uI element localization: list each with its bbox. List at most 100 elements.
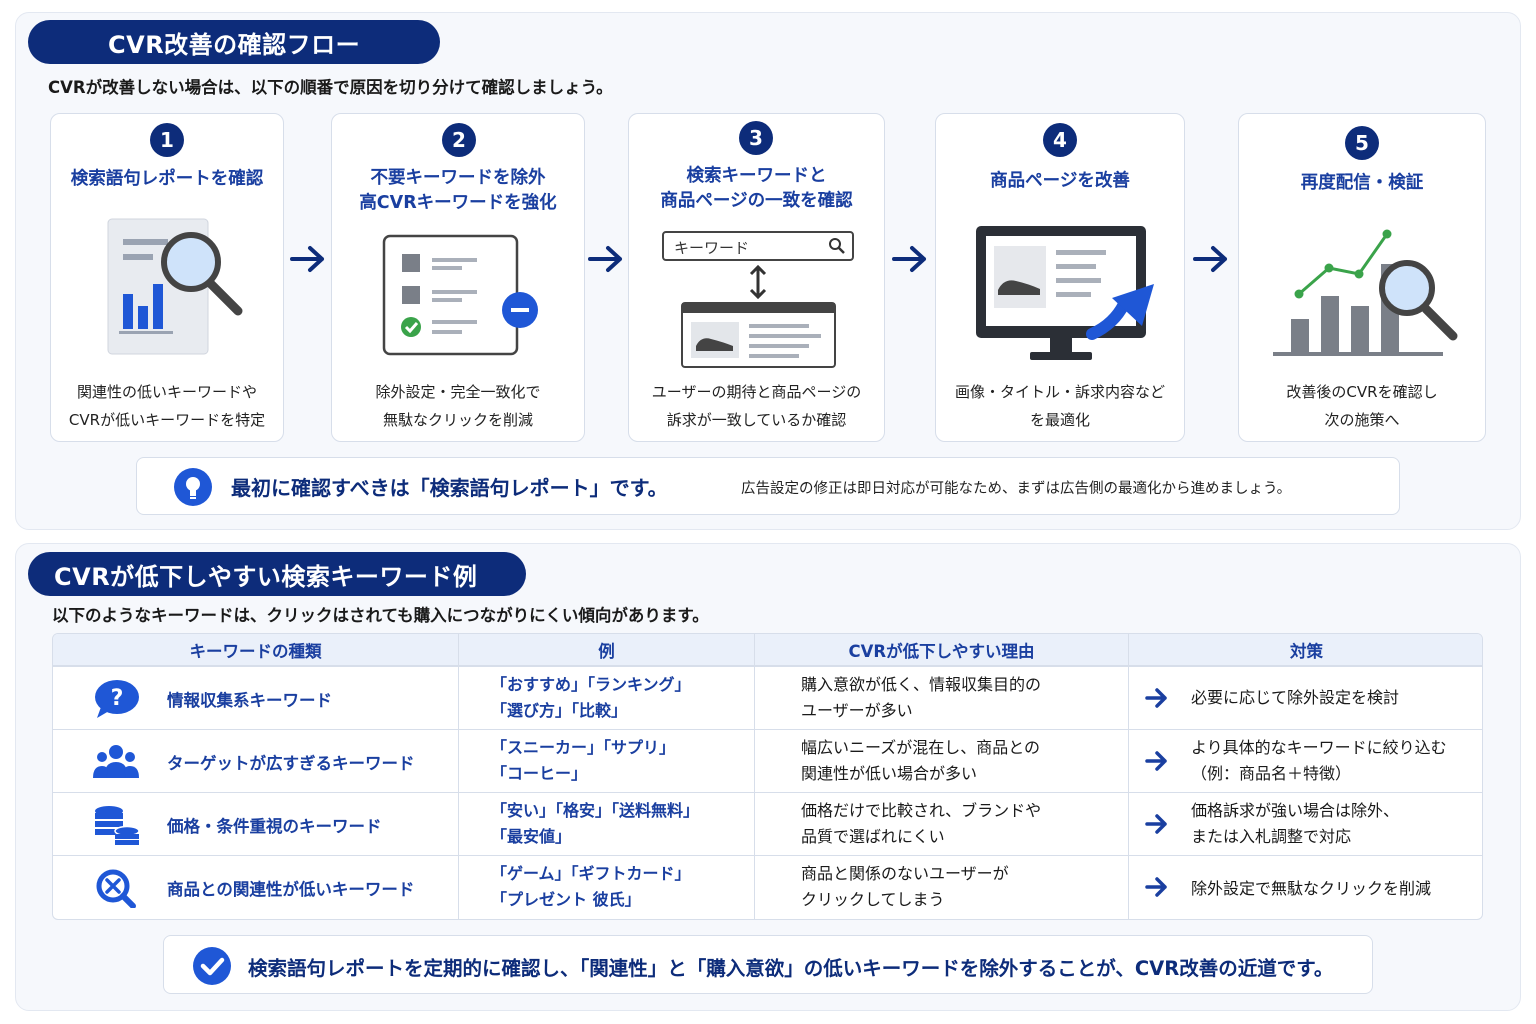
- table-header-action: 対策: [1129, 634, 1482, 666]
- example-text: 「おすすめ」「ランキング」 「選び方」「比較」: [491, 672, 691, 724]
- flow-arrow-icon: [892, 246, 926, 272]
- example-line: 「プレゼント 彼氏」: [491, 890, 641, 909]
- table-row: 価格・条件重視のキーワード 「安い」「格安」「送料無料」 「最安値」 価格だけで…: [53, 792, 1482, 856]
- example-text: 「安い」「格安」「送料無料」 「最安値」: [491, 798, 699, 850]
- step-number: 4: [1043, 123, 1077, 157]
- step-desc-line: 改善後のCVRを確認し: [1286, 383, 1438, 401]
- conclusion-callout: 検索語句レポートを定期的に確認し、「関連性」と「購入意欲」の低いキーワードを除外…: [163, 935, 1373, 994]
- step-title-line: 商品ページを改善: [990, 171, 1130, 191]
- table-row: ターゲットが広すぎるキーワード 「スニーカー」「サプリ」 「コーヒー」 幅広いニ…: [53, 729, 1482, 793]
- action-text: より具体的なキーワードに絞り込む （例：商品名＋特徴）: [1191, 735, 1447, 787]
- flow-step-1: 1 検索語句レポートを確認 関連性の低いキーワードや CVRが低いキーワードを特…: [50, 113, 284, 442]
- flow-step-2: 2 不要キーワードを除外 高CVRキーワードを強化 除外設定・完全一致化で 無駄…: [331, 113, 585, 442]
- table-header-category: キーワードの種類: [53, 634, 459, 666]
- reason-cell: 商品と関係のないユーザーが クリックしてしまう: [755, 856, 1129, 919]
- step-desc-line: 訴求が一致しているか確認: [666, 411, 847, 429]
- category-label: 商品との関連性が低いキーワード: [167, 880, 415, 899]
- example-cell: 「安い」「格安」「送料無料」 「最安値」: [459, 793, 755, 856]
- reason-cell: 幅広いニーズが混在し、商品との 関連性が低い場合が多い: [755, 730, 1129, 793]
- step-title-line: 検索語句レポートを確認: [70, 169, 264, 189]
- example-cell: 「ゲーム」「ギフトカード」 「プレゼント 彼氏」: [459, 856, 755, 919]
- flow-step-5: 5 再度配信・検証 改善後のCVRを確認し 次の施策へ: [1238, 113, 1486, 442]
- people-group-icon: [93, 745, 139, 778]
- step-number: 1: [150, 123, 184, 157]
- svg-text:?: ?: [111, 686, 124, 711]
- step-description: 画像・タイトル・訴求内容など を最適化: [936, 378, 1184, 434]
- flow-section-subtitle: CVRが改善しない場合は、以下の順番で原因を切り分けて確認しましょう。: [48, 78, 613, 97]
- step-desc-line: 無駄なクリックを削減: [382, 411, 533, 429]
- arrow-right-icon: [1145, 751, 1167, 771]
- reason-line: クリックしてしまう: [801, 890, 945, 909]
- table-row: ? 情報収集系キーワード 「おすすめ」「ランキング」 「選び方」「比較」 購入意…: [53, 666, 1482, 730]
- search-icon: [829, 238, 845, 254]
- tip-sub-text: 広告設定の修正は即日対応が可能なため、まずは広告側の最適化から進めましょう。: [741, 481, 1292, 497]
- action-cell: 必要に応じて除外設定を検討: [1129, 667, 1482, 730]
- reason-line: 価格だけで比較され、ブランドや: [801, 801, 1042, 820]
- reason-text: 価格だけで比較され、ブランドや 品質で選ばれにくい: [801, 798, 1041, 850]
- tip-callout: 最初に確認すべきは「検索語句レポート」です。 広告設定の修正は即日対応が可能なた…: [136, 457, 1400, 515]
- flow-step-3: 3 検索キーワードと 商品ページの一致を確認 キーワード ユーザーの期待と商品ペ…: [628, 113, 885, 442]
- keyword-table: キーワードの種類 例 CVRが低下しやすい理由 対策 ? 情報収集系キーワード …: [52, 633, 1483, 920]
- tip-main-text: 最初に確認すべきは「検索語句レポート」です。: [231, 476, 668, 500]
- step-title: 検索キーワードと 商品ページの一致を確認: [629, 164, 884, 214]
- step-desc-line: CVRが低いキーワードを特定: [68, 411, 266, 429]
- example-cell: 「スニーカー」「サプリ」 「コーヒー」: [459, 730, 755, 793]
- category-cell: 価格・条件重視のキーワード: [53, 793, 459, 856]
- chart-magnifier-icon: [1273, 229, 1458, 356]
- reason-cell: 購入意欲が低く、情報収集目的の ユーザーが多い: [755, 667, 1129, 730]
- search-box-text: キーワード: [674, 239, 750, 257]
- category-label: ターゲットが広すぎるキーワード: [167, 754, 415, 773]
- reason-line: 幅広いニーズが混在し、商品との: [801, 738, 1041, 757]
- step-desc-line: を最適化: [1029, 411, 1090, 429]
- flow-arrow-icon: [290, 246, 324, 272]
- step-desc-line: 関連性の低いキーワードや: [76, 383, 257, 401]
- category-label: 情報収集系キーワード: [167, 691, 332, 710]
- question-bubble-icon: ?: [95, 680, 139, 718]
- example-line: 「最安値」: [491, 827, 572, 846]
- flow-step-4: 4 商品ページを改善 画像・タイトル・訴求内容など を最適化: [935, 113, 1185, 442]
- action-line: より具体的なキーワードに絞り込む: [1191, 738, 1447, 757]
- check-circle-icon: [193, 947, 231, 985]
- step-description: 改善後のCVRを確認し 次の施策へ: [1239, 378, 1485, 434]
- step-title-line: 検索キーワードと: [686, 166, 827, 186]
- keyword-section-title: CVRが低下しやすい検索キーワード例: [28, 552, 526, 596]
- action-line: 除外設定で無駄なクリックを削減: [1191, 879, 1432, 898]
- step-title: 商品ページを改善: [936, 169, 1184, 194]
- keyword-search-box: キーワード: [662, 231, 854, 261]
- category-cell: ? 情報収集系キーワード: [53, 667, 459, 730]
- search-x-icon: [96, 869, 136, 908]
- example-line: 「選び方」「比較」: [491, 701, 628, 720]
- step-desc-line: 画像・タイトル・訴求内容など: [954, 383, 1165, 401]
- reason-line: 商品と関係のないユーザーが: [801, 864, 1009, 883]
- flow-section-title: CVR改善の確認フロー: [28, 20, 440, 64]
- coin-stack-icon: [95, 806, 140, 845]
- reason-line: ユーザーが多い: [801, 701, 913, 720]
- step-title-line: 再度配信・検証: [1300, 173, 1424, 193]
- lightbulb-icon: [174, 468, 212, 506]
- reason-cell: 価格だけで比較され、ブランドや 品質で選ばれにくい: [755, 793, 1129, 856]
- example-line: 「安い」「格安」「送料無料」: [491, 801, 700, 820]
- step-desc-line: 次の施策へ: [1324, 411, 1400, 429]
- flow-arrow-icon: [1193, 246, 1227, 272]
- action-line: （例：商品名＋特徴）: [1191, 764, 1352, 783]
- step-description: 関連性の低いキーワードや CVRが低いキーワードを特定: [51, 378, 283, 434]
- step-description: ユーザーの期待と商品ページの 訴求が一致しているか確認: [629, 378, 884, 434]
- flow-arrow-icon: [588, 246, 622, 272]
- arrow-right-icon: [1145, 688, 1167, 708]
- example-text: 「ゲーム」「ギフトカード」 「プレゼント 彼氏」: [491, 861, 691, 913]
- category-label: 価格・条件重視のキーワード: [167, 817, 382, 836]
- arrow-right-icon: [1145, 877, 1167, 897]
- conclusion-text: 検索語句レポートを定期的に確認し、「関連性」と「購入意欲」の低いキーワードを除外…: [248, 957, 1334, 980]
- action-cell: 価格訴求が強い場合は除外、 または入札調整で対応: [1129, 793, 1482, 856]
- step-number: 5: [1345, 126, 1379, 160]
- step-desc-line: 除外設定・完全一致化で: [375, 383, 541, 401]
- reason-text: 購入意欲が低く、情報収集目的の ユーザーが多い: [801, 672, 1041, 724]
- step-title: 再度配信・検証: [1239, 171, 1485, 196]
- action-text: 必要に応じて除外設定を検討: [1191, 685, 1399, 711]
- action-line: 必要に応じて除外設定を検討: [1191, 688, 1400, 707]
- reason-line: 購入意欲が低く、情報収集目的の: [801, 675, 1042, 694]
- step-title-line: 商品ページの一致を確認: [660, 191, 853, 211]
- keyword-section-subtitle: 以下のようなキーワードは、クリックはされても購入につながりにくい傾向があります。: [52, 606, 709, 625]
- reason-text: 幅広いニーズが混在し、商品との 関連性が低い場合が多い: [801, 735, 1040, 787]
- action-text: 価格訴求が強い場合は除外、 または入札調整で対応: [1191, 798, 1399, 850]
